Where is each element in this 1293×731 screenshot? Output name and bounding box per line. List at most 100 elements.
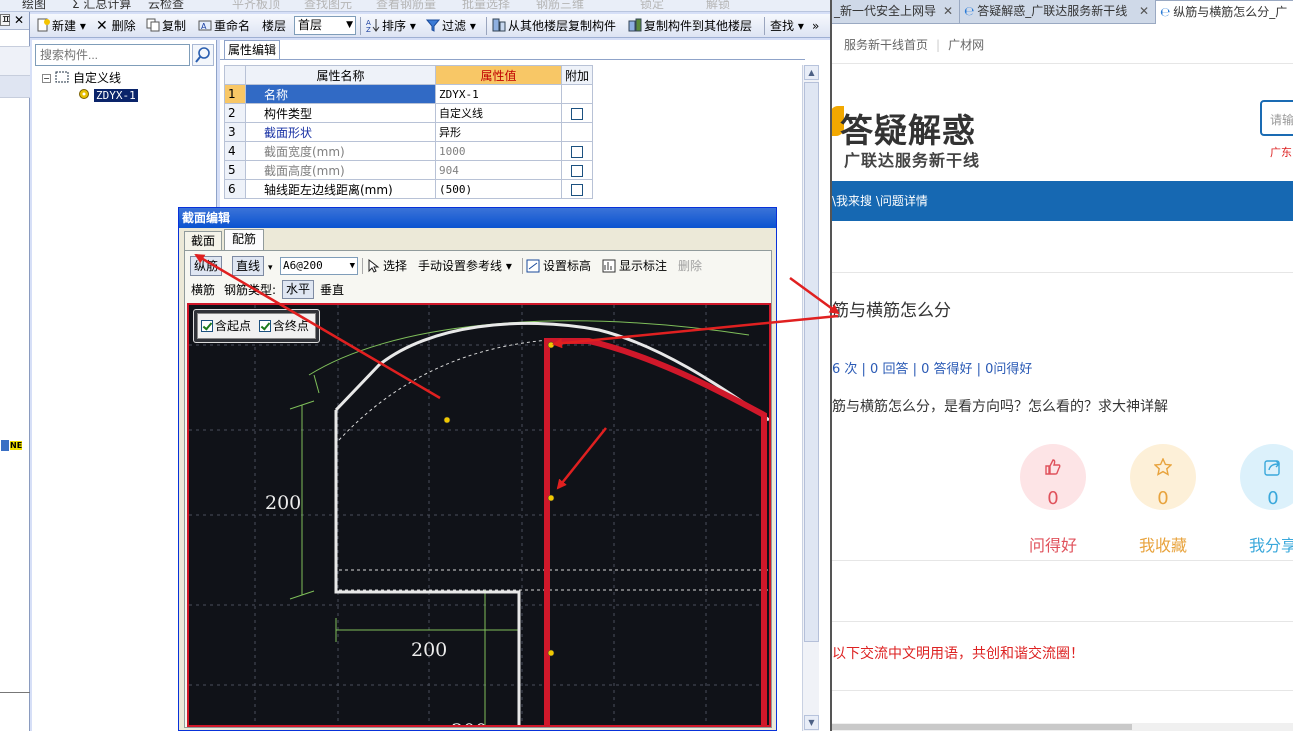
delete-button[interactable]: ✕ 删除 [94, 17, 138, 35]
site-logo[interactable]: 答疑解惑 广联达服务新干线 [832, 100, 1002, 170]
row-number: 2 [224, 103, 246, 123]
menu-batch-select[interactable]: 批量选择 [462, 0, 510, 11]
rebar-line[interactable] [544, 338, 767, 725]
pin-icon[interactable]: ㅍ [0, 14, 11, 26]
property-value[interactable]: ZDYX-1 [435, 84, 562, 104]
horizontal-scrollbar[interactable] [832, 723, 1293, 731]
collapse-icon[interactable]: − [42, 74, 51, 83]
include-end-checkbox[interactable] [258, 320, 271, 332]
property-value[interactable]: 1000 [435, 141, 562, 161]
menu-summary-calc[interactable]: Σ 汇总计算 [72, 0, 131, 11]
chevron-down-icon[interactable]: ▾ [268, 260, 273, 276]
region-label[interactable]: 广东 [1270, 144, 1292, 160]
sort-button[interactable]: A Z 排序 ▾ [364, 17, 418, 35]
property-value[interactable]: 异形 [435, 122, 562, 142]
nav-link-home[interactable]: 服务新干线首页 [844, 38, 928, 52]
table-row[interactable]: 6 轴线距左边线距离(mm) (500) [224, 179, 594, 199]
section-drawing-canvas[interactable]: 200 200 300 含起点 含终点 [187, 303, 771, 727]
section-outline-arc [334, 321, 769, 422]
extra-checkbox[interactable] [571, 164, 583, 177]
scrollbar-thumb[interactable] [804, 82, 819, 642]
copy-from-floor-button[interactable]: 从其他楼层复制构件 [490, 17, 618, 35]
search-button[interactable] [192, 44, 214, 66]
ie-logo-icon: ℮ [964, 4, 975, 18]
filter-button[interactable]: 过滤 ▾ [424, 17, 478, 35]
rebar-spec-select[interactable]: A6@200 ▼ [280, 257, 358, 275]
menu-rebar-3d[interactable]: 钢筋三维 [536, 0, 584, 11]
find-button[interactable]: 查找 ▾ [768, 17, 806, 35]
vertical-scrollbar[interactable]: ▲ ▼ [802, 65, 819, 731]
menu-lock[interactable]: 锁定 [640, 0, 664, 11]
menu-view-rebar[interactable]: 查看钢筋量 [376, 0, 436, 11]
favorite-button[interactable]: 0 我收藏 [1108, 444, 1218, 556]
manual-reference-line-button[interactable]: 手动设置参考线 ▾ [418, 258, 512, 274]
share-button[interactable]: 0 我分享 [1218, 444, 1293, 556]
toolbar-separator [486, 17, 487, 35]
property-value[interactable]: 自定义线 [435, 103, 562, 123]
line-mode-button[interactable]: 直线 [232, 256, 265, 276]
delete-icon: ✕ [96, 18, 108, 34]
horizontal-button[interactable]: 水平 [282, 280, 315, 299]
browser-tab-active[interactable]: ℮ 纵筋与横筋怎么分_广 [1156, 0, 1293, 24]
menu-unlock[interactable]: 解锁 [706, 0, 730, 11]
table-row[interactable]: 1 名称 ZDYX-1 [224, 84, 594, 104]
table-row[interactable]: 4 截面宽度(mm) 1000 [224, 141, 594, 161]
section-drawing[interactable]: 200 200 300 [189, 305, 769, 725]
scroll-up-icon[interactable]: ▲ [804, 65, 819, 80]
endpoint-options: 含起点 含终点 [193, 309, 320, 343]
extra-checkbox[interactable] [571, 183, 583, 196]
row-number: 3 [224, 122, 246, 142]
table-row[interactable]: 3 截面形状 异形 [224, 122, 594, 142]
tree-node-root[interactable]: − 自定义线 [42, 70, 121, 86]
extra-checkbox[interactable] [571, 145, 583, 158]
good-question-button[interactable]: 0 问得好 [998, 444, 1108, 556]
table-row[interactable]: 2 构件类型 自定义线 [224, 103, 594, 123]
select-button[interactable]: 选择 [366, 258, 407, 274]
nav-link-material[interactable]: 广材网 [948, 38, 984, 52]
share-circle: 0 [1240, 444, 1293, 510]
good-question-label: 问得好 [1028, 536, 1077, 555]
browser-tab[interactable]: ℮ 答疑解惑_广联达服务新干线 ✕ [960, 0, 1156, 24]
tab-property-edit[interactable]: 属性编辑 [224, 40, 280, 59]
menu-cloud-check[interactable]: 云检查 [148, 0, 184, 11]
scrollbar-thumb[interactable] [832, 724, 1132, 730]
vertical-button[interactable]: 垂直 [320, 282, 344, 298]
toolbar-overflow-button[interactable]: » [810, 17, 821, 35]
tab-section[interactable]: 截面 [184, 231, 222, 250]
good-question-circle: 0 [1020, 444, 1086, 510]
close-icon[interactable]: ✕ [14, 13, 24, 27]
table-row[interactable]: 5 截面高度(mm) 904 [224, 160, 594, 180]
ie-logo-icon: ℮ [1160, 5, 1171, 19]
tree-node-child[interactable]: ZDYX-1 [78, 87, 138, 103]
set-elevation-button[interactable]: 设置标高 [526, 258, 591, 274]
include-start-checkbox[interactable] [201, 320, 213, 332]
menu-align-top[interactable]: 平齐板顶 [232, 0, 280, 11]
toolbar-separator [522, 258, 523, 274]
delete-button[interactable]: 删除 [678, 258, 702, 274]
copy-to-floor-button[interactable]: 复制构件到其他楼层 [626, 17, 754, 35]
property-value[interactable]: (500) [435, 179, 562, 199]
site-search-input[interactable]: 请输 [1260, 100, 1293, 136]
scroll-down-icon[interactable]: ▼ [804, 715, 819, 730]
menu-find-element[interactable]: 查找图元 [304, 0, 352, 11]
property-value[interactable]: 904 [435, 160, 562, 180]
tab-reinforcement[interactable]: 配筋 [224, 229, 264, 251]
floor-select[interactable]: 首层 ▼ [294, 16, 356, 35]
close-icon[interactable]: ✕ [1139, 0, 1149, 22]
new-button[interactable]: 新建 ▾ [34, 17, 88, 35]
dialog-body: 纵筋 直线 ▾ A6@200▼ 选择 手动设置参考线 ▾ 设置标高 显示标注 [184, 250, 772, 728]
menu-draw[interactable]: 绘图 [22, 0, 46, 11]
search-input[interactable] [35, 44, 190, 66]
copy-button[interactable]: 复制 [144, 17, 188, 35]
browser-tab[interactable]: _新一代安全上网导 ✕ [832, 0, 960, 24]
rename-button[interactable]: A 重命名 [196, 17, 252, 35]
close-icon[interactable]: ✕ [943, 0, 953, 22]
show-label-button[interactable]: 显示标注 [602, 258, 667, 274]
rebar-points[interactable] [443, 341, 555, 657]
transverse-rebar-button[interactable]: 横筋 [191, 282, 215, 298]
extra-cell [560, 141, 594, 161]
property-table: 属性名称 属性值 附加 1 名称 ZDYX-1 2 构件类型 自定义线 3 截面形状 异形 4 截面… [224, 65, 594, 199]
extra-checkbox[interactable] [571, 107, 583, 120]
share-icon [1264, 460, 1280, 476]
longitudinal-rebar-button[interactable]: 纵筋 [190, 256, 223, 276]
